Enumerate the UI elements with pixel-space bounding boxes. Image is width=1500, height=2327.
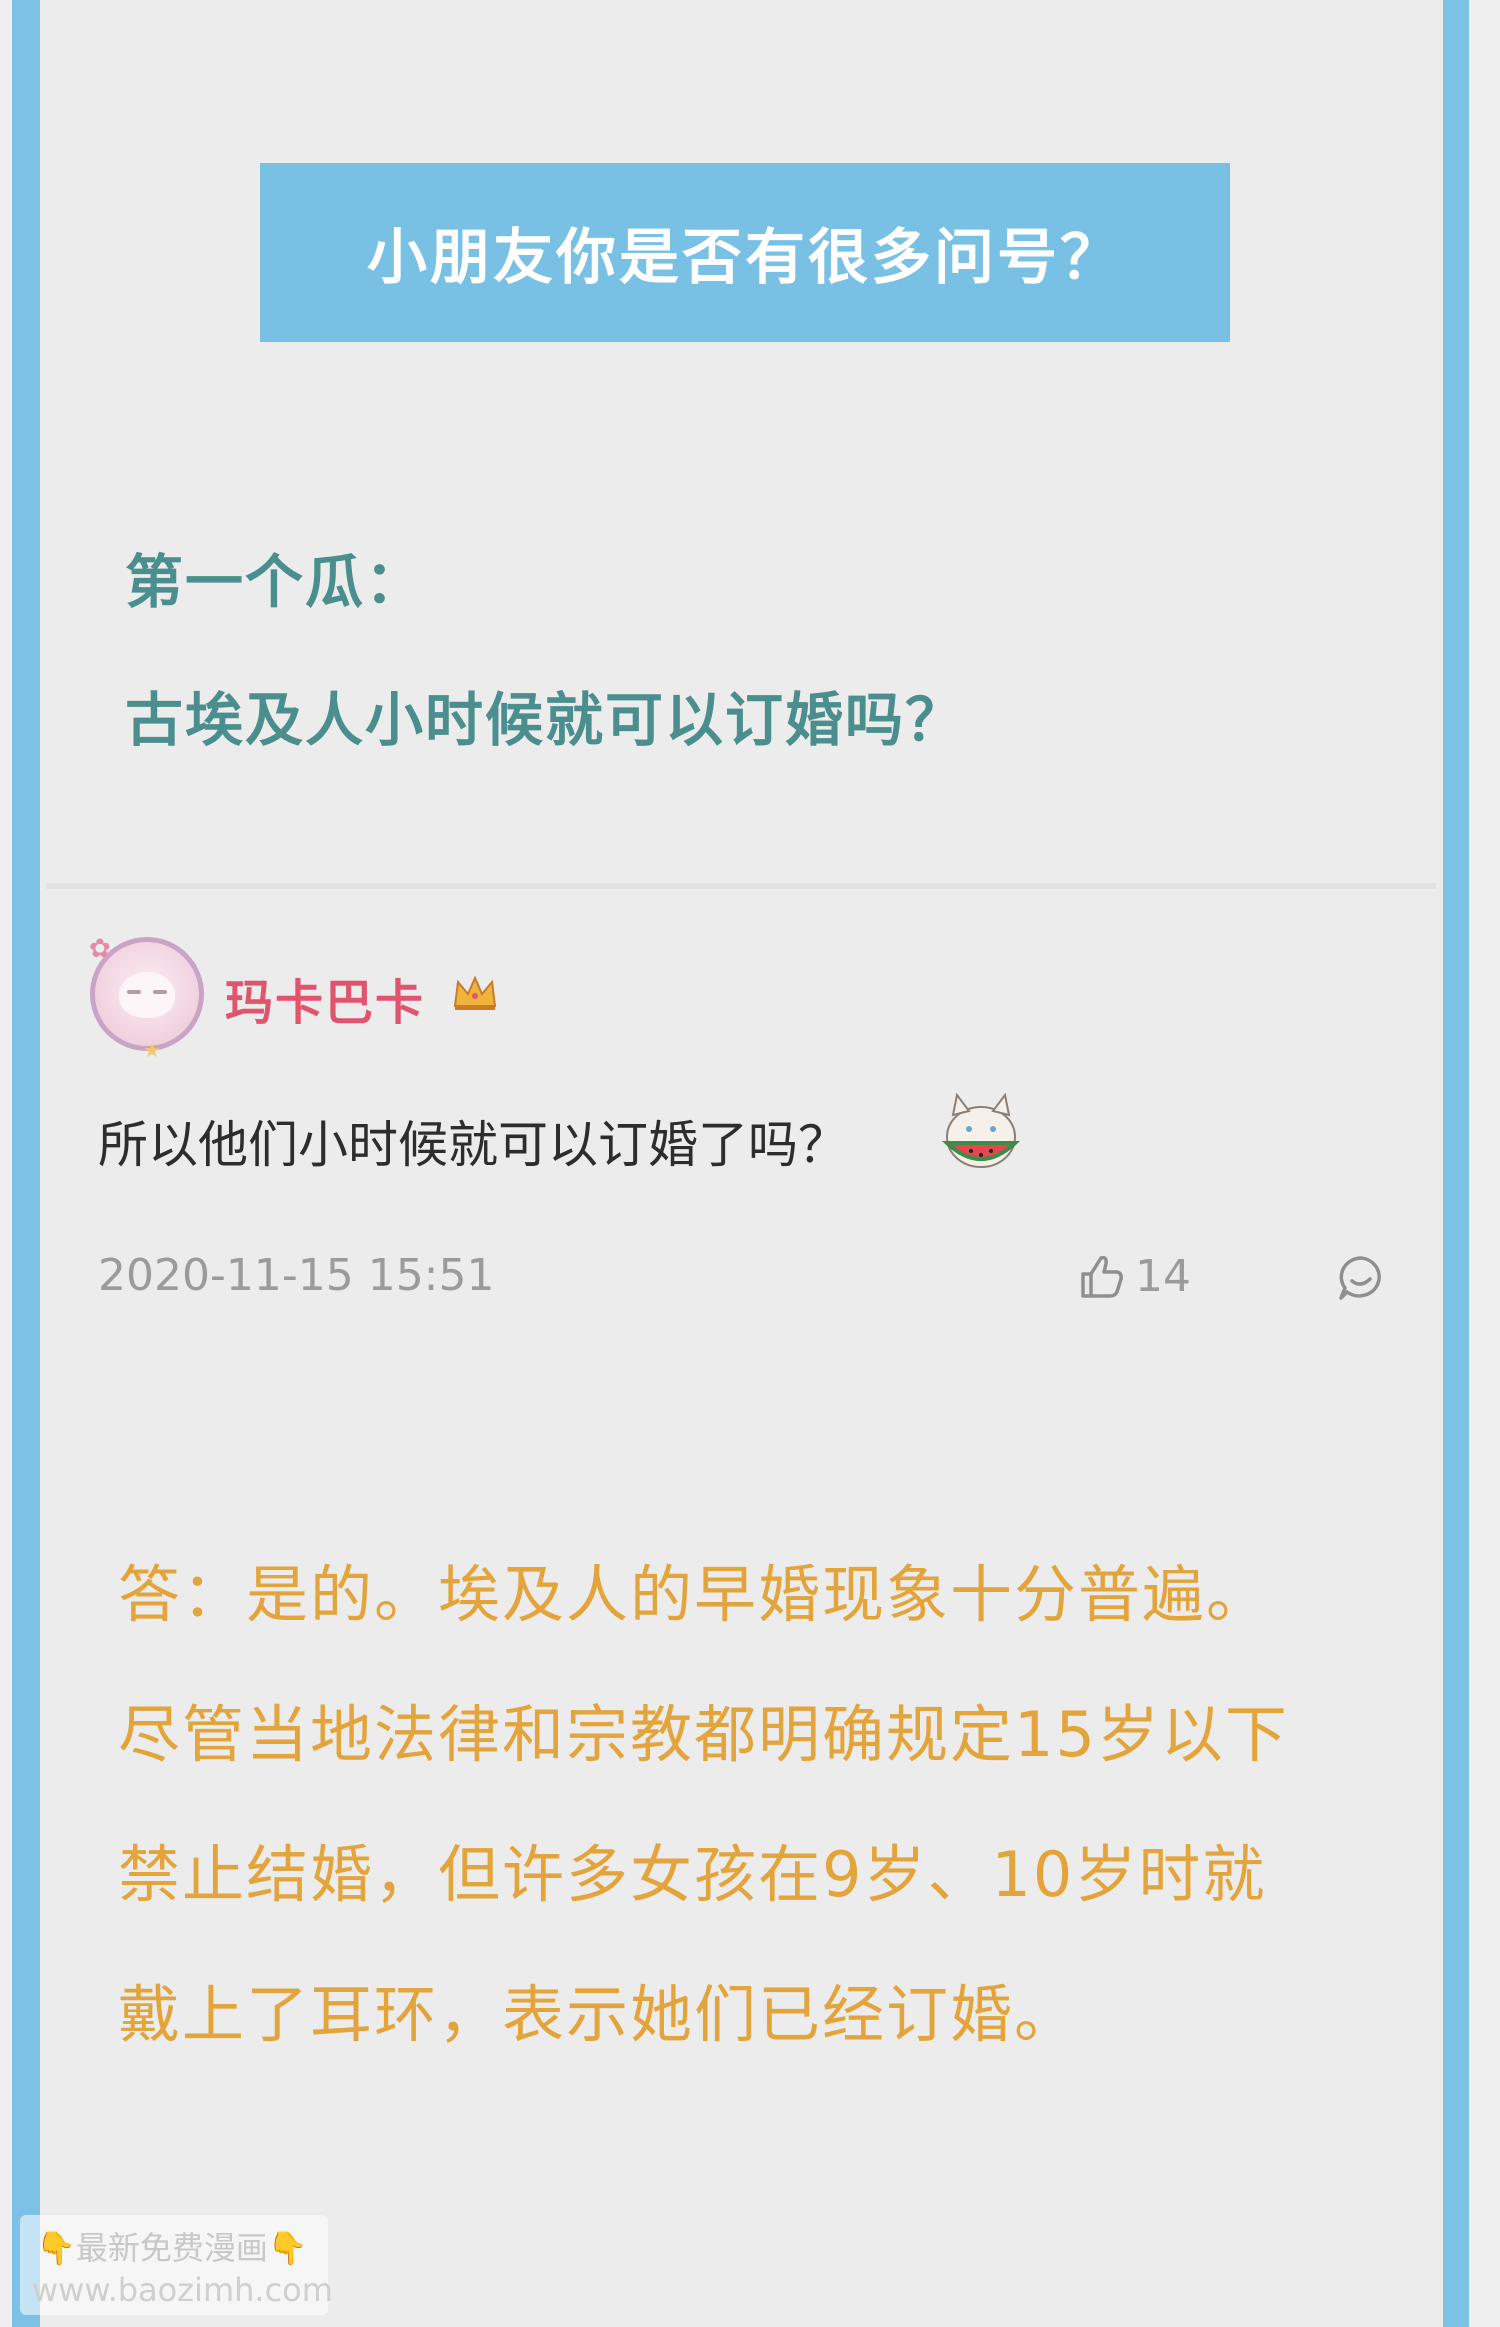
answer-line: 禁止结婚，但许多女孩在9岁、10岁时就 bbox=[118, 1838, 1267, 1911]
crown-icon bbox=[453, 975, 497, 1010]
banner-title: 小朋友你是否有很多问号？ bbox=[367, 223, 1123, 293]
answer-paragraph: 答：是的。埃及人的早婚现象十分普遍。 尽管当地法律和宗教都明确规定15岁以下 禁… bbox=[118, 1525, 1428, 2085]
avatar-bow-icon: ✿ bbox=[89, 934, 111, 964]
like-button[interactable]: 14 bbox=[1075, 1250, 1191, 1302]
reply-icon[interactable] bbox=[1335, 1252, 1387, 1304]
avatar-face bbox=[119, 972, 175, 1018]
answer-line: 戴上了耳环，表示她们已经订婚。 bbox=[118, 1978, 1079, 2051]
question-label: 第一个瓜： bbox=[125, 548, 426, 616]
thumbs-up-icon bbox=[1081, 1255, 1123, 1298]
page-margin-right bbox=[1469, 0, 1500, 2327]
like-count: 14 bbox=[1135, 1250, 1191, 1302]
watermark-line-2: www.baozimh.com bbox=[32, 2271, 333, 2309]
page-margin-left bbox=[0, 0, 12, 2327]
answer-line: 答：是的。埃及人的早婚现象十分普遍。 bbox=[118, 1558, 1271, 1631]
section-divider bbox=[46, 883, 1436, 889]
frame-border-left bbox=[12, 0, 40, 2327]
question-text: 古埃及人小时候就可以订婚吗？ bbox=[125, 686, 966, 754]
watermark-line-1: 👇最新免费漫画👇 bbox=[36, 2229, 308, 2267]
site-watermark: 👇最新免费漫画👇 www.baozimh.com bbox=[20, 2215, 333, 2315]
frame-border-right bbox=[1443, 0, 1469, 2327]
avatar-star-icon: ★ bbox=[143, 1038, 161, 1062]
comment-timestamp: 2020-11-15 15:51 bbox=[98, 1250, 495, 1301]
username[interactable]: 玛卡巴卡 bbox=[225, 963, 425, 1033]
answer-line: 尽管当地法律和宗教都明确规定15岁以下 bbox=[118, 1698, 1289, 1771]
comment-text: 所以他们小时候就可以订婚了吗？ bbox=[98, 1116, 848, 1174]
avatar[interactable]: ✿ ★ bbox=[89, 934, 204, 1062]
title-banner: 小朋友你是否有很多问号？ bbox=[260, 163, 1230, 342]
cat-watermelon-emoji bbox=[941, 1092, 1021, 1168]
